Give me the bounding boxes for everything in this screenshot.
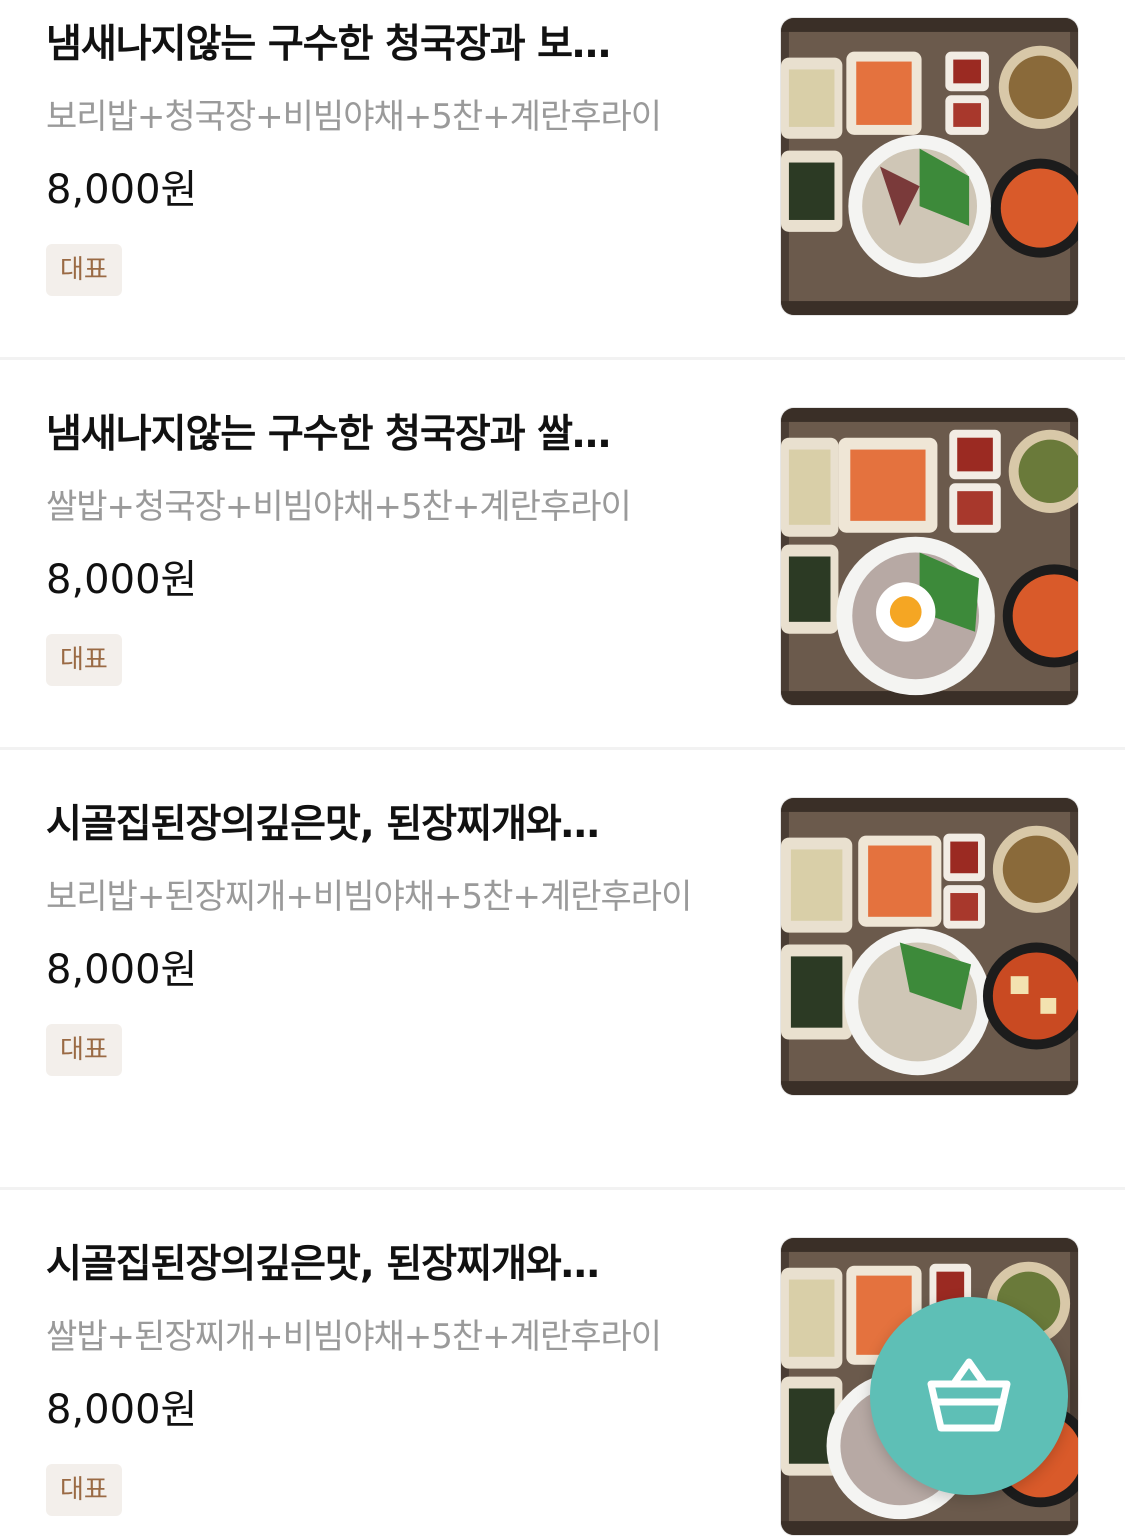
menu-item-description: 보리밥+청국장+비빔야채+5찬+계란후라이 (46, 97, 662, 137)
menu-item-title: 냄새나지않는 구수한 청국장과 쌀… (46, 412, 611, 457)
menu-item-title: 시골집된장의깊은맛, 된장찌개와… (46, 802, 600, 847)
menu-item-price: 8,000원 (46, 947, 198, 993)
signature-badge: 대표 (46, 1024, 122, 1076)
signature-badge: 대표 (46, 244, 122, 296)
menu-item[interactable]: 시골집된장의깊은맛, 된장찌개와… 보리밥+된장찌개+비빔야채+5찬+계란후라이… (0, 750, 1125, 1190)
menu-item-description: 쌀밥+청국장+비빔야채+5찬+계란후라이 (46, 487, 632, 527)
menu-item-text: 시골집된장의깊은맛, 된장찌개와… 보리밥+된장찌개+비빔야채+5찬+계란후라이… (46, 798, 726, 1076)
menu-item-text: 냄새나지않는 구수한 청국장과 보… 보리밥+청국장+비빔야채+5찬+계란후라이… (46, 18, 726, 296)
menu-item-description: 보리밥+된장찌개+비빔야채+5찬+계란후라이 (46, 877, 692, 917)
cart-button[interactable] (870, 1297, 1068, 1495)
basket-icon (927, 1358, 1011, 1432)
food-photo[interactable] (780, 17, 1079, 316)
signature-badge: 대표 (46, 634, 122, 686)
menu-item-price: 8,000원 (46, 167, 198, 213)
menu-item[interactable]: 냄새나지않는 구수한 청국장과 보… 보리밥+청국장+비빔야채+5찬+계란후라이… (0, 0, 1125, 360)
food-photo[interactable] (780, 797, 1079, 1096)
menu-item-price: 8,000원 (46, 1387, 198, 1433)
menu-item-description: 쌀밥+된장찌개+비빔야채+5찬+계란후라이 (46, 1317, 662, 1357)
menu-item-text: 시골집된장의깊은맛, 된장찌개와… 쌀밥+된장찌개+비빔야채+5찬+계란후라이 … (46, 1238, 726, 1516)
menu-item[interactable]: 냄새나지않는 구수한 청국장과 쌀… 쌀밥+청국장+비빔야채+5찬+계란후라이 … (0, 360, 1125, 750)
signature-badge: 대표 (46, 1464, 122, 1516)
menu-item-title: 시골집된장의깊은맛, 된장찌개와… (46, 1242, 600, 1287)
menu-item-price: 8,000원 (46, 557, 198, 603)
food-photo-icon (781, 408, 1078, 705)
food-photo-icon (781, 18, 1078, 315)
food-photo-icon (781, 798, 1078, 1095)
menu-item-text: 냄새나지않는 구수한 청국장과 쌀… 쌀밥+청국장+비빔야채+5찬+계란후라이 … (46, 408, 726, 686)
food-photo[interactable] (780, 407, 1079, 706)
menu-item-title: 냄새나지않는 구수한 청국장과 보… (46, 22, 611, 67)
